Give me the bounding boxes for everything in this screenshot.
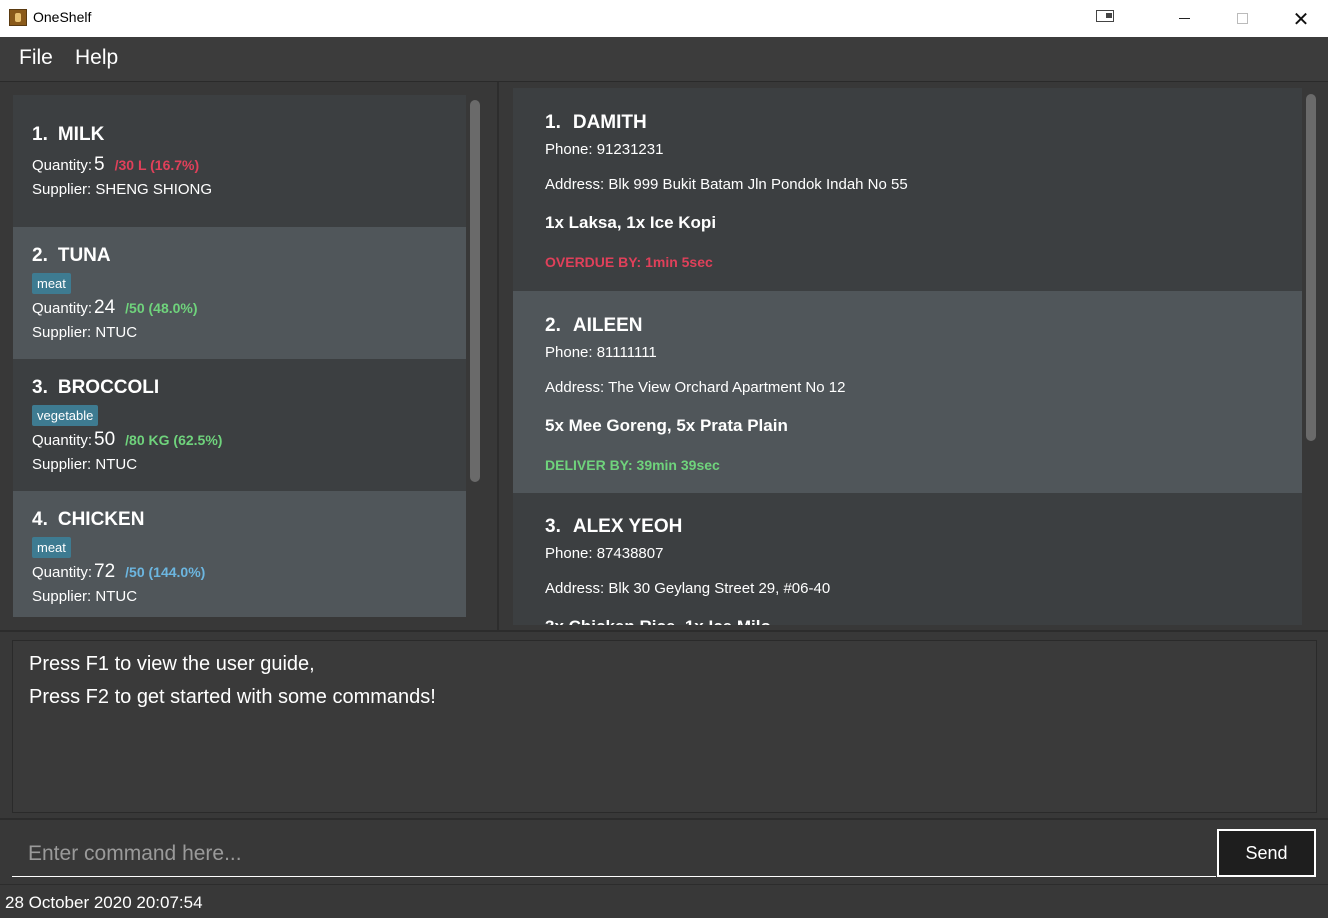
snap-layout-icon[interactable] — [1096, 10, 1114, 22]
close-button[interactable]: ✕ — [1278, 0, 1324, 37]
inventory-item[interactable]: 1. MILK Quantity: 5/30 L (16.7%) Supplier:… — [13, 95, 466, 227]
item-title: 2. TUNA — [32, 245, 111, 267]
minimize-button[interactable] — [1161, 0, 1207, 37]
inventory-list[interactable]: 1. MILK Quantity: 5/30 L (16.7%) Supplier:… — [13, 95, 466, 617]
item-index: 2. — [32, 245, 48, 266]
orders-list[interactable]: 1. DAMITH Phone: 91231231 Address: Blk 99… — [513, 88, 1302, 625]
item-name: BROCCOLI — [57, 377, 160, 398]
item-name: CHICKEN — [57, 509, 145, 530]
maximize-icon — [1236, 13, 1248, 24]
maximize-button[interactable] — [1219, 0, 1265, 37]
item-tag: vegetable — [32, 405, 99, 426]
orders-scroll-thumb[interactable] — [1306, 94, 1316, 441]
quantity-value: 5 — [94, 154, 105, 175]
order-status: OVERDUE BY: 1min 5sec — [545, 254, 713, 270]
result-display: Press F1 to view the user guide, Press F… — [12, 640, 1317, 813]
order-name: AILEEN — [572, 315, 643, 336]
quantity-max: /80 KG (62.5%) — [125, 432, 223, 448]
item-quantity: Quantity: 5/30 L (16.7%) — [32, 154, 199, 176]
item-supplier: Supplier: NTUC — [32, 588, 138, 605]
status-datetime: 28 October 2020 20:07:54 — [5, 893, 203, 912]
status-bar: 28 October 2020 20:07:54 — [0, 884, 1328, 918]
quantity-value: 24 — [94, 297, 116, 318]
order-item[interactable]: 3. ALEX YEOH Phone: 87438807 Address: Blk… — [513, 493, 1302, 625]
close-icon: ✕ — [1292, 6, 1310, 31]
inventory-scrollbar[interactable] — [468, 95, 480, 617]
order-address: Address: Blk 999 Bukit Batam Jln Pondok … — [545, 176, 908, 193]
item-supplier: Supplier: NTUC — [32, 324, 138, 341]
order-phone: Phone: 91231231 — [545, 141, 664, 158]
quantity-max: /50 (48.0%) — [125, 300, 198, 316]
result-panel: Press F1 to view the user guide, Press F… — [0, 630, 1328, 818]
quantity-max: /50 (144.0%) — [125, 564, 206, 580]
quantity-label: Quantity: — [32, 300, 93, 317]
order-index: 3. — [545, 516, 561, 537]
order-index: 1. — [545, 112, 561, 133]
quantity-max: /30 L (16.7%) — [114, 157, 200, 173]
send-button[interactable]: Send — [1217, 829, 1316, 877]
order-name: ALEX YEOH — [572, 516, 683, 537]
item-name: MILK — [57, 124, 105, 145]
inventory-item[interactable]: 3. BROCCOLI vegetable Quantity: 50/80 KG (… — [13, 359, 466, 491]
order-items: 5x Mee Goreng, 5x Prata Plain — [545, 416, 788, 435]
order-name: DAMITH — [572, 112, 647, 133]
item-index: 4. — [32, 509, 48, 530]
item-title: 4. CHICKEN — [32, 509, 144, 531]
result-line-1: Press F1 to view the user guide, — [29, 653, 315, 675]
quantity-value: 50 — [94, 429, 116, 450]
menu-file[interactable]: File — [19, 46, 53, 70]
item-index: 1. — [32, 124, 48, 145]
order-phone: Phone: 81111111 — [545, 344, 657, 361]
order-title: 3. ALEX YEOH — [545, 516, 682, 538]
item-name: TUNA — [57, 245, 111, 266]
item-title: 1. MILK — [32, 124, 104, 146]
inventory-item[interactable]: 2. TUNA meat Quantity: 24/50 (48.0%) Suppl… — [13, 227, 466, 359]
title-bar: OneShelf ✕ — [0, 0, 1328, 37]
item-tag: meat — [32, 273, 71, 294]
order-item[interactable]: 2. AILEEN Phone: 81111111 Address: The Vi… — [513, 291, 1302, 493]
inventory-scroll-thumb[interactable] — [470, 100, 480, 482]
item-quantity: Quantity: 50/80 KG (62.5%) — [32, 429, 222, 451]
quantity-label: Quantity: — [32, 432, 93, 449]
quantity-label: Quantity: — [32, 564, 93, 581]
item-index: 3. — [32, 377, 48, 398]
command-input[interactable] — [12, 832, 1216, 877]
inventory-item[interactable]: 4. CHICKEN meat Quantity: 72/50 (144.0%) S… — [13, 491, 466, 617]
orders-panel: 1. DAMITH Phone: 91231231 Address: Blk 99… — [501, 82, 1328, 630]
item-supplier: Supplier: SHENG SHIONG — [32, 181, 213, 198]
inventory-panel: 1. MILK Quantity: 5/30 L (16.7%) Supplier:… — [0, 82, 499, 630]
command-panel: Send — [0, 818, 1328, 884]
item-quantity: Quantity: 72/50 (144.0%) — [32, 561, 205, 583]
app-icon — [9, 9, 27, 26]
order-phone: Phone: 87438807 — [545, 545, 664, 562]
order-address: Address: The View Orchard Apartment No 1… — [545, 379, 846, 396]
quantity-label: Quantity: — [32, 157, 93, 174]
order-index: 2. — [545, 315, 561, 336]
item-tag: meat — [32, 537, 71, 558]
menu-bar: File Help — [0, 37, 1328, 82]
result-line-2: Press F2 to get started with some comman… — [29, 686, 436, 708]
quantity-value: 72 — [94, 561, 116, 582]
orders-scrollbar[interactable] — [1304, 88, 1316, 625]
menu-help[interactable]: Help — [75, 46, 118, 70]
order-item[interactable]: 1. DAMITH Phone: 91231231 Address: Blk 99… — [513, 88, 1302, 291]
order-status: DELIVER BY: 39min 39sec — [545, 457, 720, 473]
window-title: OneShelf — [33, 9, 92, 25]
order-title: 2. AILEEN — [545, 315, 643, 337]
order-items: 3x Chicken Rice, 1x Ice Milo — [545, 617, 771, 625]
order-items: 1x Laksa, 1x Ice Kopi — [545, 213, 717, 232]
item-quantity: Quantity: 24/50 (48.0%) — [32, 297, 198, 319]
order-address: Address: Blk 30 Geylang Street 29, #06-4… — [545, 580, 831, 597]
minimize-icon — [1178, 18, 1190, 19]
item-title: 3. BROCCOLI — [32, 377, 159, 399]
item-supplier: Supplier: NTUC — [32, 456, 138, 473]
order-title: 1. DAMITH — [545, 112, 647, 134]
